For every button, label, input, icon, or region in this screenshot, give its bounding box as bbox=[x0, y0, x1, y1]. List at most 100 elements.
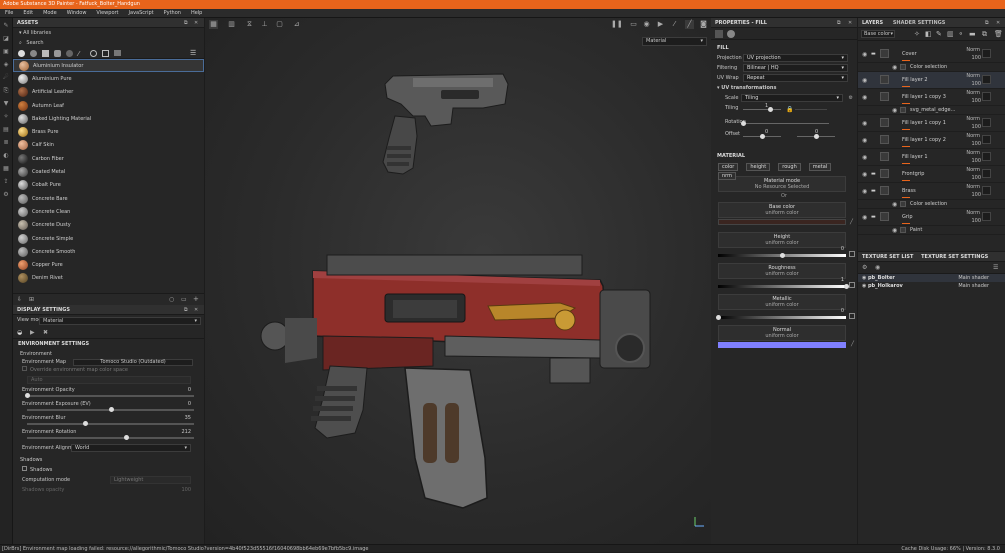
filter-smart-materials-icon[interactable] bbox=[30, 50, 37, 57]
layer-opacity[interactable]: 100 bbox=[971, 81, 981, 87]
offset-y-slider[interactable] bbox=[797, 134, 835, 139]
layer-opacity[interactable]: 100 bbox=[971, 55, 981, 61]
projection-icon[interactable]: ▣ bbox=[2, 48, 10, 56]
rotation-slider[interactable] bbox=[741, 121, 829, 126]
eye-icon[interactable]: ◉ bbox=[862, 188, 867, 195]
eye-icon[interactable]: ◉ bbox=[862, 154, 867, 161]
uv-transform-header[interactable]: ▾ UV transformations bbox=[711, 83, 857, 93]
base-color-block[interactable]: Base color uniform color bbox=[718, 202, 846, 218]
layer-row[interactable]: ◉ Fill layer 1 copy 2 Norm 100 bbox=[858, 132, 1005, 149]
layers-icon[interactable]: ≣ bbox=[2, 139, 10, 147]
eraser-icon[interactable]: ◪ bbox=[2, 35, 10, 43]
filter-images-icon[interactable] bbox=[114, 50, 121, 56]
blend-mode[interactable]: Norm bbox=[966, 47, 980, 53]
eye-icon[interactable]: ◉ bbox=[892, 201, 897, 208]
override-checkbox[interactable] bbox=[22, 366, 27, 371]
eye-icon[interactable]: ◉ bbox=[892, 64, 897, 71]
menu-javascript[interactable]: JavaScript bbox=[129, 9, 154, 18]
new-folder-icon[interactable]: ▭ bbox=[181, 296, 187, 303]
normal-swatch[interactable]: ╱ bbox=[718, 341, 854, 348]
eye-icon[interactable]: ◉ bbox=[862, 51, 867, 58]
eye-icon[interactable]: ◉ bbox=[892, 107, 897, 114]
display-icon[interactable]: ◐ bbox=[2, 152, 10, 160]
menu-help[interactable]: Help bbox=[191, 9, 202, 18]
height-block[interactable]: Height uniform color bbox=[718, 232, 846, 248]
float-icon[interactable]: ⧉ bbox=[837, 18, 841, 28]
eye-icon[interactable]: ◉ bbox=[862, 137, 867, 144]
asset-item[interactable]: Copper Pure bbox=[13, 258, 204, 271]
fill-icon[interactable]: ▼ bbox=[2, 100, 10, 108]
asset-item[interactable]: Concrete Dusty bbox=[13, 219, 204, 232]
import-icon[interactable]: ⇩ bbox=[17, 296, 22, 303]
smudge-icon[interactable]: ☄ bbox=[2, 74, 10, 82]
blend-mode[interactable]: Norm bbox=[966, 90, 980, 96]
picker-icon[interactable]: ✧ bbox=[2, 113, 10, 121]
layer-opacity[interactable]: 100 bbox=[971, 124, 981, 130]
asset-item[interactable]: Concrete Clean bbox=[13, 205, 204, 218]
layer-row[interactable]: ◉ Color selection bbox=[858, 200, 1005, 209]
blend-mode[interactable]: Norm bbox=[966, 167, 980, 173]
asset-item[interactable]: Autumn Leaf bbox=[13, 99, 204, 112]
menu-python[interactable]: Python bbox=[164, 9, 181, 18]
slider-handle[interactable] bbox=[108, 407, 114, 412]
assets-icon[interactable]: ▤ bbox=[2, 126, 10, 134]
float-icon[interactable]: ⧉ bbox=[985, 18, 989, 28]
filter-brushes-icon[interactable]: ⁄ bbox=[78, 50, 79, 58]
settings-icon[interactable]: ⚙ bbox=[2, 191, 10, 199]
close-icon[interactable]: ✕ bbox=[848, 18, 852, 28]
slider-handle[interactable] bbox=[768, 107, 774, 112]
slider-handle[interactable] bbox=[83, 421, 89, 426]
view-mode-select[interactable]: Material ▾ bbox=[39, 317, 201, 325]
material-mode-block[interactable]: Material mode No Resource Selected bbox=[718, 176, 846, 192]
layer-row[interactable]: ◉ Fill layer 2 Norm 100 bbox=[858, 72, 1005, 89]
eye-icon[interactable]: ◉ bbox=[862, 214, 867, 221]
filter-icon[interactable]: ⊞ bbox=[29, 296, 34, 303]
layer-row[interactable]: ◉ ▬ Cover Norm 100 bbox=[858, 46, 1005, 63]
env-exposure-slider[interactable] bbox=[27, 407, 194, 412]
eyedropper-icon[interactable]: ╱ bbox=[850, 219, 853, 225]
adjust-icon[interactable]: ⚬ bbox=[958, 30, 964, 38]
filter-masks-icon[interactable] bbox=[54, 50, 61, 57]
close-icon[interactable]: ✕ bbox=[996, 18, 1000, 28]
list-view-icon[interactable]: ☰ bbox=[190, 49, 196, 57]
settings-icon[interactable]: ⚙ bbox=[862, 264, 867, 271]
color-space-select[interactable]: Auto bbox=[27, 376, 191, 384]
frame-icon[interactable]: ▢ bbox=[275, 20, 284, 29]
pause-icon[interactable]: ❚❚ bbox=[611, 20, 623, 29]
eye-icon[interactable]: ◉ bbox=[862, 283, 866, 289]
blend-mode[interactable]: Norm bbox=[966, 150, 980, 156]
menu-mode[interactable]: Mode bbox=[43, 9, 57, 18]
texture-slot-icon[interactable] bbox=[849, 313, 855, 319]
menu-file[interactable]: File bbox=[5, 9, 13, 18]
layer-opacity[interactable]: 100 bbox=[971, 141, 981, 147]
layer-opacity[interactable]: 100 bbox=[971, 98, 981, 104]
asset-item[interactable]: Baked Lighting Material bbox=[13, 112, 204, 125]
slider-handle[interactable] bbox=[716, 315, 721, 320]
viewport-3d[interactable]: ▦ ▥ ⧖ ⊥ ▢ ⊿ ❚❚ ▭ ◉ ▶ ⁄ ╱ ◙ Material ▾ bbox=[205, 18, 711, 544]
layer-opacity[interactable]: 100 bbox=[971, 175, 981, 181]
screenshot-icon[interactable]: ▭ bbox=[629, 20, 638, 29]
add-mask-icon[interactable]: ◧ bbox=[925, 30, 932, 38]
computation-select[interactable]: Lightweight bbox=[110, 476, 191, 484]
ruler-icon[interactable]: ⊿ bbox=[292, 20, 301, 29]
layer-opacity[interactable]: 100 bbox=[971, 218, 981, 224]
metallic-block[interactable]: Metallic uniform color bbox=[718, 294, 846, 310]
tiling-slider[interactable] bbox=[743, 107, 781, 112]
env-rotation-slider[interactable] bbox=[27, 435, 194, 440]
export-icon[interactable]: ⇪ bbox=[2, 178, 10, 186]
tab-layers[interactable]: LAYERS bbox=[862, 20, 883, 26]
texture-slot-icon[interactable] bbox=[849, 251, 855, 257]
asset-item[interactable]: Brass Pure bbox=[13, 125, 204, 138]
channel-nrm-button[interactable]: nrm bbox=[718, 172, 737, 180]
brush-icon[interactable]: ⁄ bbox=[670, 20, 679, 29]
layer-row[interactable]: ◉ Paint bbox=[858, 226, 1005, 235]
layer-opacity[interactable]: 100 bbox=[971, 158, 981, 164]
projection-select[interactable]: UV projection ▾ bbox=[743, 54, 848, 62]
library-selector[interactable]: ▾ All libraries bbox=[13, 28, 204, 38]
duplicate-icon[interactable]: ⧉ bbox=[982, 30, 987, 39]
symmetry-icon[interactable]: ⧖ bbox=[245, 20, 254, 29]
blend-mode[interactable]: Norm bbox=[966, 116, 980, 122]
baking-icon[interactable]: ▦ bbox=[2, 165, 10, 173]
offset-x-slider[interactable] bbox=[743, 134, 781, 139]
filter-textures-icon[interactable] bbox=[42, 50, 49, 57]
